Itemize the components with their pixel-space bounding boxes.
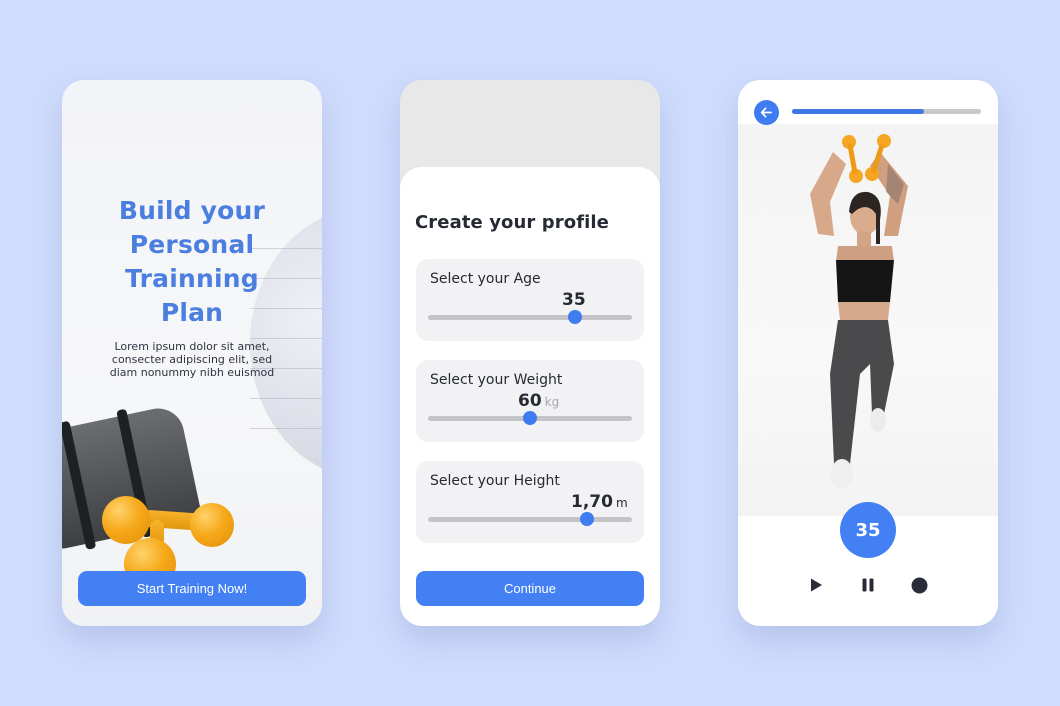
description-line: Lorem ipsum dolor sit amet,: [114, 340, 270, 353]
unit-text: kg: [544, 395, 560, 409]
weight-slider[interactable]: [428, 411, 632, 425]
age-slider[interactable]: [428, 310, 632, 324]
slider-thumb[interactable]: [580, 512, 595, 526]
field-label: Select your Age: [430, 271, 541, 287]
progress-fill: [792, 109, 925, 114]
slider-thumb[interactable]: [567, 310, 582, 324]
age-field: Select your Age 35: [416, 259, 644, 341]
height-value: 1,70 m: [571, 492, 628, 512]
welcome-description: Lorem ipsum dolor sit amet, consecter ad…: [62, 340, 322, 379]
record-icon: [911, 577, 927, 593]
title-line: Plan: [160, 298, 224, 327]
unit-text: m: [615, 496, 628, 510]
pause-icon: [862, 578, 874, 592]
height-field: Select your Height 1,70 m: [416, 461, 644, 543]
weight-field: Select your Weight 60 kg: [416, 360, 644, 442]
play-button[interactable]: [805, 574, 827, 596]
value-text: 1,70: [571, 492, 613, 512]
welcome-title: Build your Personal Trainning Plan: [62, 194, 322, 330]
page-title: Create your profile: [415, 212, 609, 233]
workout-progress-bar: [792, 109, 981, 114]
rep-counter: 35: [840, 502, 896, 558]
workout-screen: 35: [738, 80, 998, 626]
stop-button[interactable]: [908, 574, 930, 596]
slider-thumb[interactable]: [523, 411, 537, 425]
pause-button[interactable]: [857, 574, 879, 596]
weight-value: 60 kg: [518, 391, 559, 411]
height-slider[interactable]: [428, 512, 632, 526]
field-label: Select your Height: [430, 473, 560, 489]
value-text: 35: [562, 290, 586, 310]
description-line: consecter adipiscing elit, sed: [111, 353, 273, 366]
title-line: Personal: [129, 230, 255, 259]
title-line: Build your: [118, 196, 266, 225]
back-button[interactable]: [754, 100, 779, 125]
title-line: Trainning: [125, 264, 259, 293]
profile-screen: Create your profile Select your Age 35 S…: [400, 80, 660, 626]
play-icon: [811, 578, 822, 592]
field-label: Select your Weight: [430, 372, 563, 388]
arrow-left-icon: [760, 107, 772, 118]
athlete-figure-image: [810, 134, 908, 489]
start-training-button[interactable]: Start Training Now!: [78, 571, 306, 606]
value-text: 60: [518, 391, 542, 411]
description-line: diam nonummy nibh euismod: [109, 366, 275, 379]
welcome-screen: Build your Personal Trainning Plan Lorem…: [62, 80, 322, 626]
workout-photo: [738, 124, 998, 516]
continue-button[interactable]: Continue: [416, 571, 644, 606]
age-value: 35: [562, 290, 586, 310]
counter-value: 35: [855, 519, 881, 541]
